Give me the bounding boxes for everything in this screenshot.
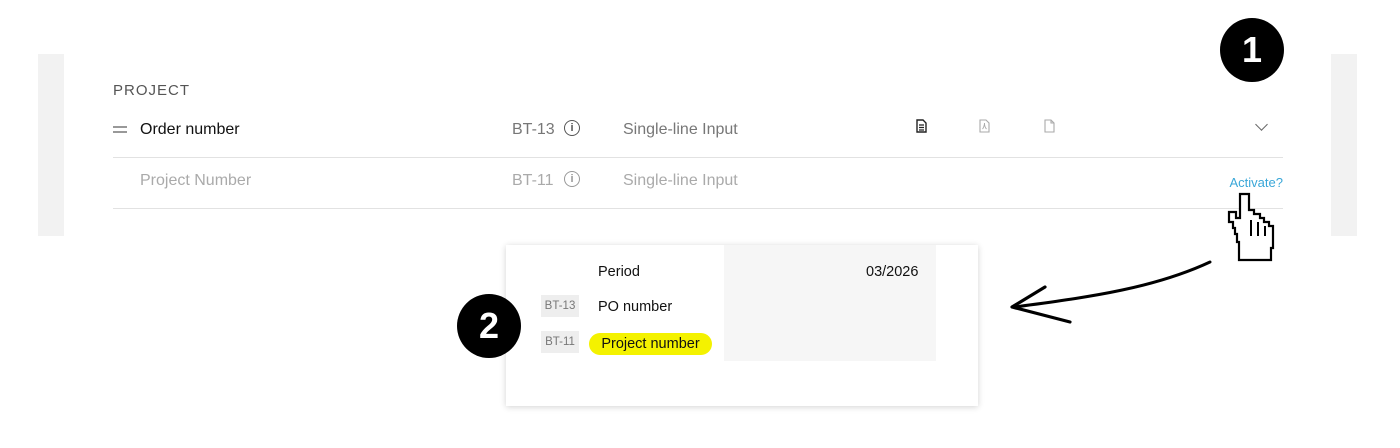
preview-tag: BT-13 xyxy=(541,295,579,317)
preview-value-column xyxy=(724,245,936,361)
preview-tag: BT-11 xyxy=(541,331,579,353)
preview-card: Period 03/2026 BT-13 PO number BT-11 Pro… xyxy=(506,245,978,406)
preview-value-period: 03/2026 xyxy=(866,264,919,280)
preview-label-project-number: Project number xyxy=(589,333,712,355)
preview-label-po-number: PO number xyxy=(598,299,673,315)
hand-pointer-icon xyxy=(1227,192,1275,262)
preview-label-period: Period xyxy=(598,264,640,280)
arrow-left-icon xyxy=(1010,260,1212,324)
step-2-badge: 2 xyxy=(457,294,521,358)
